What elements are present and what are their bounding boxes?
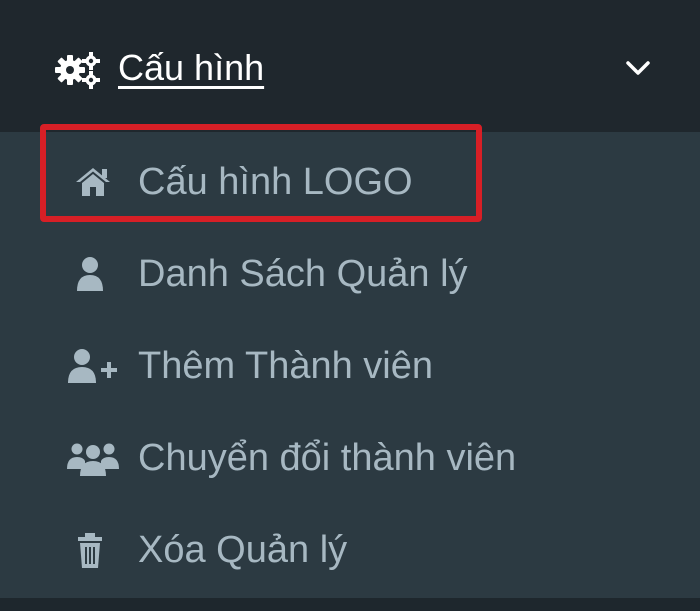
submenu-item-label: Danh Sách Quản lý <box>138 253 468 295</box>
menu-header-label: Cấu hình <box>118 47 265 88</box>
sidebar-menu: Cấu hình Cấu hình LOGO Danh Sách Quản lý <box>0 0 700 611</box>
menu-header-config[interactable]: Cấu hình <box>0 0 700 132</box>
submenu-item-switch-member[interactable]: Chuyển đổi thành viên <box>0 412 700 504</box>
menu-bottom-edge <box>0 598 700 611</box>
chevron-down-icon[interactable] <box>620 54 656 82</box>
submenu-item-delete-admin[interactable]: Xóa Quản lý <box>0 504 700 596</box>
home-icon <box>76 168 110 196</box>
submenu-item-label: Thêm Thành viên <box>138 345 434 387</box>
submenu-item-label: Cấu hình LOGO <box>138 161 413 203</box>
gears-icon <box>55 52 100 89</box>
submenu-item-label: Chuyển đổi thành viên <box>138 437 517 479</box>
submenu: Cấu hình LOGO Danh Sách Quản lý Thêm Thà… <box>0 132 700 598</box>
submenu-item-label: Xóa Quản lý <box>138 529 348 571</box>
submenu-item-add-member[interactable]: Thêm Thành viên <box>0 320 700 412</box>
user-icon <box>77 257 103 291</box>
submenu-item-logo-config[interactable]: Cấu hình LOGO <box>0 136 700 228</box>
user-plus-icon <box>68 349 117 383</box>
users-icon <box>67 443 119 476</box>
submenu-item-admin-list[interactable]: Danh Sách Quản lý <box>0 228 700 320</box>
trash-icon <box>78 533 102 568</box>
